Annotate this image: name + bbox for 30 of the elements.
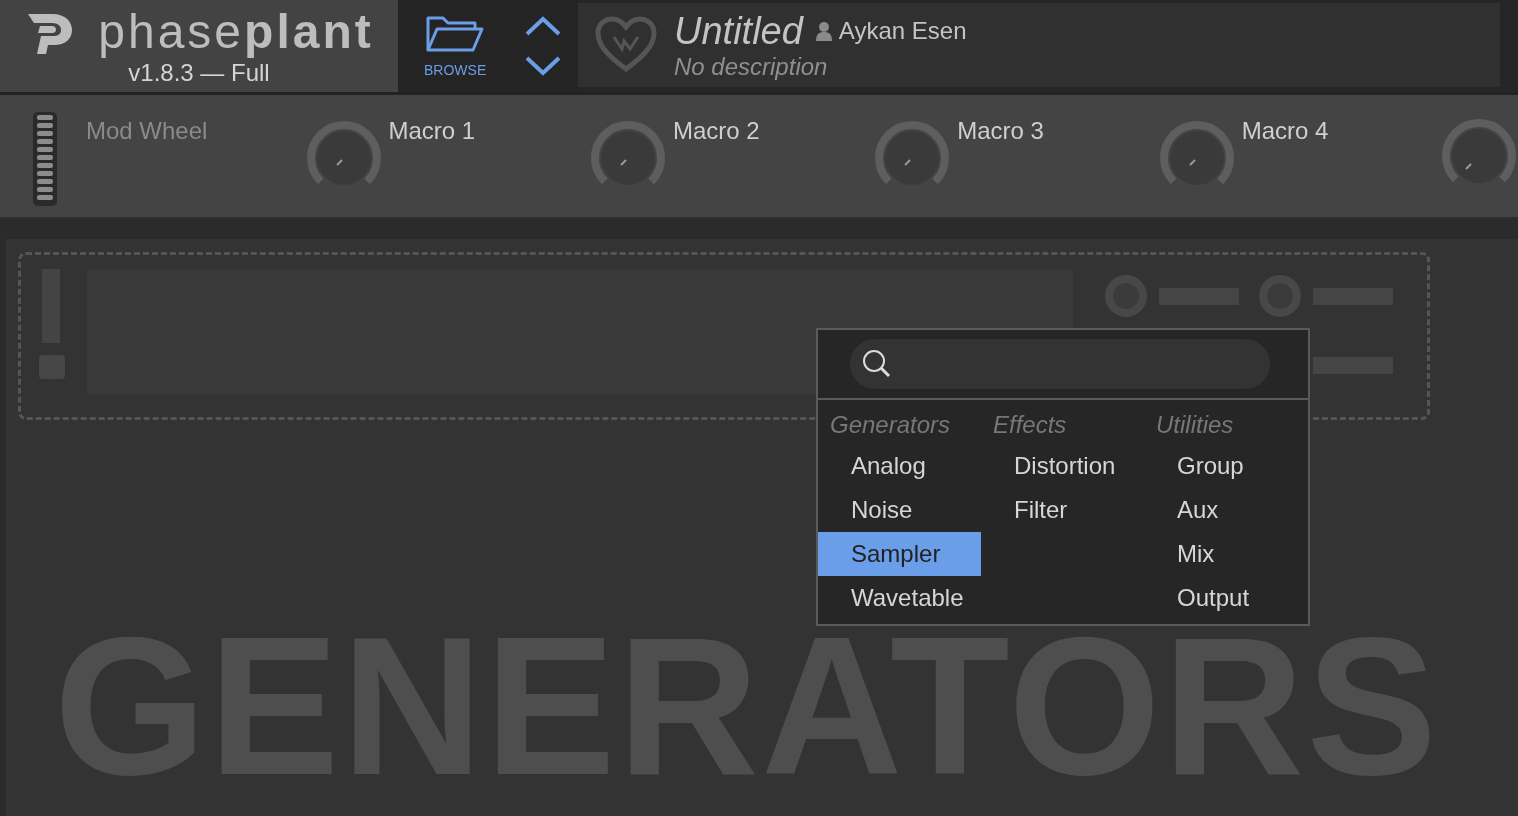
menu-item[interactable]: Noise [818,488,981,532]
browse-button[interactable]: BROWSE [424,14,487,78]
menu-item[interactable]: Analog [818,444,981,488]
category-heading: Utilities [1155,410,1235,440]
mod-wheel-label: Mod Wheel [86,117,208,146]
user-icon [814,21,833,41]
preset-description: No description [674,53,829,81]
menu-item[interactable]: Mix [1144,532,1307,576]
preset-title: Untitled [674,9,803,53]
menu-item[interactable]: Aux [1144,488,1307,532]
logo-text: phaseplant [98,5,374,59]
menu-item[interactable]: Filter [981,488,1144,532]
menu-item[interactable]: Group [1144,444,1307,488]
menu-item[interactable]: Wavetable [818,576,981,620]
mod-wheel[interactable] [32,111,58,207]
heart-icon[interactable] [594,15,658,75]
search-icon [862,349,892,379]
menu-item[interactable]: Output [1144,576,1307,620]
macro-label: Macro 2 [672,117,760,146]
macro-label: Macro 4 [1241,117,1329,146]
category-heading: Effects [992,410,1068,440]
menu-item[interactable]: Distortion [981,444,1144,488]
author-name: Aykan Esen [838,17,967,45]
category-heading: Generators [829,410,952,440]
version-text: v1.8.3 — Full [128,59,270,87]
macro-label: Macro 3 [957,117,1044,146]
menu-item[interactable]: Sampler [818,532,981,576]
macro-label: Macro 1 [388,117,476,146]
search-field[interactable] [850,339,1270,389]
folder-icon [425,14,486,54]
